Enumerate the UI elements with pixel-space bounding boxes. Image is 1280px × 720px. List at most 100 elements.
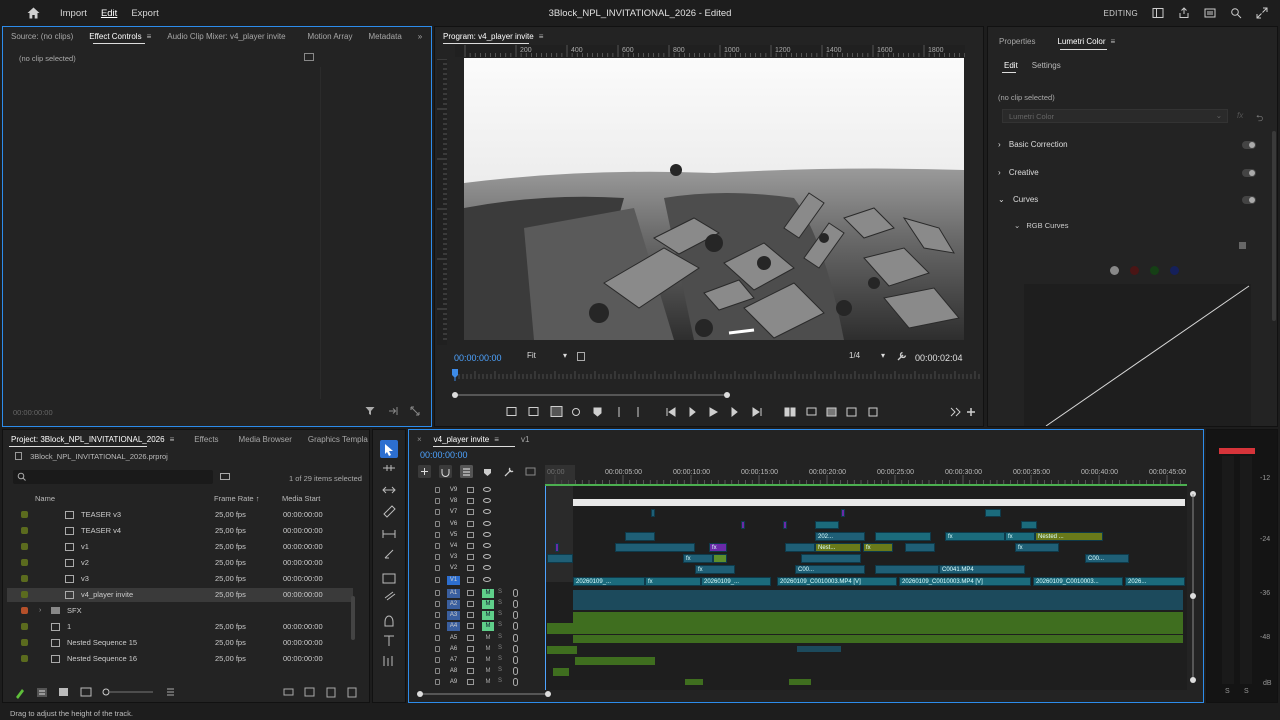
eye-icon[interactable] [483,531,491,537]
close-icon[interactable]: × [417,435,422,444]
tab-menu-icon[interactable]: ≡ [539,32,544,41]
audio-track-header[interactable]: A4 M S [415,622,545,633]
lock-icon[interactable] [435,565,440,572]
mute-button[interactable]: M [482,622,494,632]
project-item-row[interactable]: v3 25,00 fps 00:00:00:00 [7,572,353,586]
timeline-clip[interactable]: 20260109_C0010003... [1033,576,1123,586]
lock-icon[interactable] [435,657,440,663]
sync-lock-icon[interactable] [467,498,474,505]
track-label[interactable]: A9 [447,678,460,687]
timeline-clip[interactable]: 20260109_... [701,576,771,586]
track-label[interactable]: A6 [447,645,460,654]
track-label[interactable]: A3 [447,611,460,621]
solo-button[interactable]: S [498,645,502,651]
track-label[interactable]: A5 [447,634,460,643]
audio-track-header[interactable]: A1 M S [415,588,545,600]
eye-icon[interactable] [483,509,491,515]
timeline-clip[interactable]: fx [695,565,735,575]
sync-lock-icon[interactable] [467,657,474,663]
tab-media-browser[interactable]: Media Browser [231,430,300,448]
sync-lock-icon[interactable] [467,576,474,583]
column-name[interactable]: Name [35,494,55,503]
track-select-tool-icon[interactable] [380,460,398,478]
subsection-rgb-curves[interactable]: ⌄ RGB Curves [1014,221,1068,230]
timeline-clip[interactable] [875,531,931,541]
rgb-curves-checkbox[interactable] [1239,242,1246,249]
mute-button[interactable]: M [482,611,494,621]
project-item-row[interactable]: v4_player invite 25,00 fps 00:00:00:00 [7,588,353,602]
lock-icon[interactable] [435,634,440,641]
microphone-icon[interactable] [513,633,518,642]
resolution-dropdown[interactable]: 1/4 ▾ [849,351,885,363]
lumetri-scrollbar[interactable] [1272,131,1276,321]
project-item-row[interactable]: TEASER v4 25,00 fps 00:00:00:00 [7,524,353,538]
audio-track-header[interactable]: A7 M S [415,656,545,667]
timeline-ruler[interactable]: 00:0000:00:05:0000:00:10:0000:00:15:0000… [545,465,1187,487]
sync-lock-icon[interactable] [467,601,474,607]
label-color-swatch[interactable] [21,623,28,630]
mute-button[interactable]: M [482,600,494,609]
sync-lock-icon[interactable] [467,623,474,630]
lock-icon[interactable] [435,531,440,538]
track-label[interactable]: V6 [447,520,460,529]
lock-icon[interactable] [435,612,440,619]
track-label[interactable]: A2 [447,600,460,609]
tab-effects[interactable]: Effects [186,430,226,448]
microphone-icon[interactable] [513,667,518,676]
timeline-clip[interactable]: C0041.MP4 [939,565,1025,575]
solo-button[interactable]: S [498,622,502,628]
solo-button[interactable]: S [498,600,502,606]
sync-lock-icon[interactable] [467,543,474,549]
label-color-swatch[interactable] [21,575,28,582]
timeline-clip[interactable]: fx [945,531,1005,541]
video-track-header[interactable]: V4 [415,542,545,553]
ripple-edit-tool-icon[interactable] [380,482,398,500]
audio-track-header[interactable]: A8 M S [415,667,545,678]
timeline-clip[interactable] [905,543,935,552]
clip-view-icon[interactable] [304,53,314,61]
track-label[interactable]: V9 [447,486,460,495]
microphone-icon[interactable] [513,656,518,664]
track-label[interactable]: V8 [447,497,460,506]
microphone-icon[interactable] [513,678,518,687]
track-label[interactable]: A4 [447,622,460,632]
channel-green-dot[interactable] [1150,266,1159,275]
solo-button[interactable]: S [498,611,502,617]
timeline-clip[interactable] [651,509,655,518]
timeline-clip[interactable]: fx [645,576,701,586]
timeline-clip[interactable]: fx [709,543,727,552]
sync-lock-icon[interactable] [467,645,474,652]
track-label[interactable]: V4 [447,542,460,551]
filter-icon[interactable] [365,406,375,416]
track-label[interactable]: V1 [447,575,460,585]
audio-clip[interactable] [547,645,577,654]
track-label[interactable]: A8 [447,667,460,676]
tab-graphics-templates[interactable]: Graphics Templa [300,430,369,448]
audio-clip[interactable] [685,679,703,686]
track-label[interactable]: V2 [447,564,460,573]
timeline-clip[interactable] [783,520,787,529]
microphone-icon[interactable] [513,644,518,653]
track-label[interactable]: V7 [447,508,460,517]
project-item-row[interactable]: 1 25,00 fps 00:00:00:00 [7,620,353,634]
mute-button[interactable]: M [482,634,494,643]
meter-solo-right[interactable]: S [1244,688,1249,695]
sync-lock-icon[interactable] [467,531,474,538]
eye-icon[interactable] [483,520,491,526]
lock-icon[interactable] [435,498,440,505]
safe-margins-icon[interactable] [577,352,585,361]
track-label[interactable]: A7 [447,656,460,665]
label-color-swatch[interactable] [21,527,28,534]
lock-icon[interactable] [435,623,440,630]
project-item-row[interactable]: v2 25,00 fps 00:00:00:00 [7,556,353,570]
sync-lock-icon[interactable] [467,565,474,572]
pen-tool-icon[interactable] [380,548,398,566]
timeline-clip[interactable]: 20260109_... [573,576,645,586]
meter-solo-left[interactable]: S [1225,688,1230,695]
timeline-clip[interactable]: fx [863,543,893,552]
caption-tool-icon[interactable] [380,654,398,672]
selection-tool-icon[interactable] [380,440,398,458]
timeline-clip[interactable]: fx [683,554,713,564]
mute-button[interactable]: M [482,588,494,598]
label-color-swatch[interactable] [21,559,28,566]
